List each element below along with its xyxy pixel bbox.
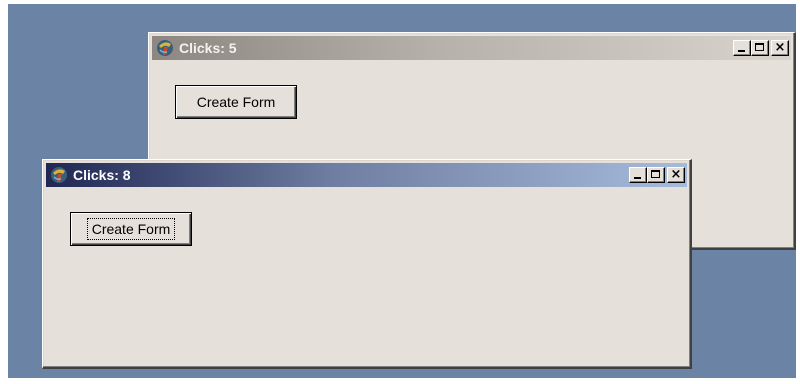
minimize-button[interactable] [629, 167, 647, 183]
create-form-button[interactable]: Create Form [175, 85, 297, 119]
minimize-icon [738, 50, 745, 52]
maximize-icon [651, 170, 660, 178]
app-icon[interactable] [49, 165, 69, 185]
desktop: Clicks: 5 × Create Form Clicks: 8 × Crea… [8, 4, 796, 378]
create-form-button[interactable]: Create Form [70, 212, 192, 246]
close-button[interactable]: × [771, 40, 789, 56]
maximize-button[interactable] [751, 40, 769, 56]
maximize-icon [755, 43, 764, 51]
caption-buttons: × [629, 167, 685, 183]
form-window-active[interactable]: Clicks: 8 × Create Form [42, 159, 692, 369]
minimize-button[interactable] [733, 40, 751, 56]
title-bar[interactable]: Clicks: 5 × [152, 36, 791, 60]
close-icon: × [774, 40, 786, 55]
minimize-icon [634, 177, 641, 179]
close-button[interactable]: × [667, 167, 685, 183]
create-form-button-label: Create Form [196, 94, 276, 110]
window-title: Clicks: 8 [73, 167, 131, 183]
caption-buttons: × [733, 40, 789, 56]
maximize-button[interactable] [647, 167, 665, 183]
window-title: Clicks: 5 [179, 40, 237, 56]
title-bar[interactable]: Clicks: 8 × [46, 163, 687, 187]
create-form-button-label: Create Form [86, 218, 176, 240]
close-icon: × [670, 167, 682, 182]
app-icon[interactable] [155, 38, 175, 58]
